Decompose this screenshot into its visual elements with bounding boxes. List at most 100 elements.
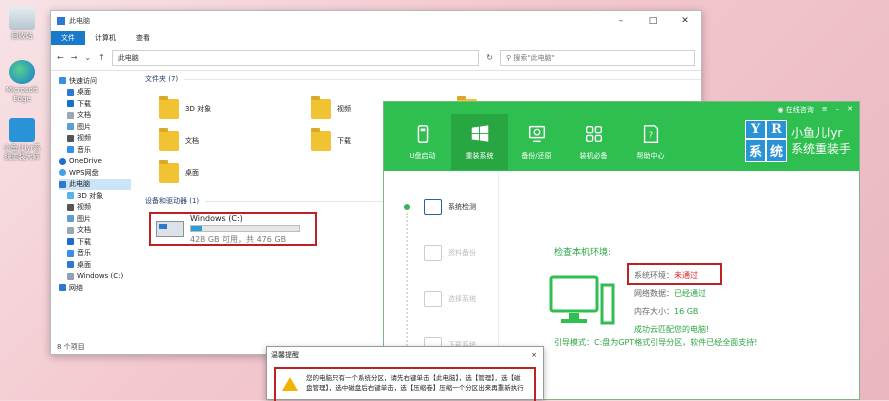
- tab-help[interactable]: ? 帮助中心: [622, 114, 679, 170]
- nav-videos-2[interactable]: 视频: [59, 202, 131, 214]
- nav-documents[interactable]: 文档: [59, 110, 131, 122]
- close-button[interactable]: ✕: [847, 105, 853, 115]
- navigation-pane: 快速访问 桌面 下载 文档 图片 视频 音乐 OneDrive WPS网盘 此电…: [59, 75, 131, 294]
- desktop-icon-installer[interactable]: 小鱼儿lyr系统重装大师: [2, 118, 42, 162]
- video-icon: [67, 203, 74, 211]
- folder-icon: [311, 96, 331, 119]
- backup-icon: [528, 125, 545, 143]
- nav-downloads-2[interactable]: 下载: [59, 236, 131, 248]
- nav-onedrive[interactable]: OneDrive: [59, 156, 131, 168]
- nav-music[interactable]: 音乐: [59, 144, 131, 156]
- folder-downloads[interactable]: 下载: [311, 128, 351, 151]
- nav-network[interactable]: 网络: [59, 282, 131, 294]
- minimize-button[interactable]: –: [605, 11, 637, 31]
- picture-icon: [67, 215, 74, 223]
- tab-label: 帮助中心: [636, 152, 665, 160]
- nav-downloads[interactable]: 下载: [59, 98, 131, 110]
- nav-pictures-2[interactable]: 图片: [59, 213, 131, 225]
- folder-label: 桌面: [185, 169, 199, 177]
- nav-music-2[interactable]: 音乐: [59, 248, 131, 260]
- cloud-icon: [59, 157, 66, 165]
- brand-area: Y R 系 统 小鱼儿lyr 系统重装手: [744, 120, 851, 162]
- nav-3d[interactable]: 3D 对象: [59, 190, 131, 202]
- address-text: 此电脑: [117, 53, 139, 62]
- nav-label: Windows (C:): [77, 272, 124, 281]
- forward-arrow-icon[interactable]: →: [71, 53, 78, 62]
- help-icon: ?: [643, 125, 658, 143]
- nav-this-pc[interactable]: 此电脑: [59, 178, 131, 190]
- dialog-close-button[interactable]: ×: [531, 351, 537, 359]
- document-icon: [67, 111, 74, 119]
- nav-videos[interactable]: 视频: [59, 133, 131, 145]
- warning-icon: [282, 377, 298, 391]
- nav-documents-2[interactable]: 文档: [59, 225, 131, 237]
- back-arrow-icon[interactable]: ←: [57, 53, 64, 62]
- result-value: 未通过: [674, 271, 698, 280]
- monitor-icon: [424, 291, 442, 307]
- menu-icon[interactable]: ≡: [822, 105, 828, 115]
- tab-usb-boot[interactable]: U盘启动: [394, 114, 451, 170]
- maximize-button[interactable]: □: [637, 11, 669, 31]
- folder-videos[interactable]: 视频: [311, 96, 351, 119]
- close-button[interactable]: ✕: [669, 11, 701, 31]
- download-icon: [67, 238, 74, 246]
- nav-desktop[interactable]: 桌面: [59, 87, 131, 99]
- tab-essentials[interactable]: 装机必备: [565, 114, 622, 170]
- edge-icon: [9, 60, 35, 84]
- nav-desktop-2[interactable]: 桌面: [59, 259, 131, 271]
- tab-file[interactable]: 文件: [51, 31, 85, 45]
- tab-label: 装机必备: [579, 152, 608, 160]
- video-icon: [67, 134, 74, 142]
- nav-drive-c[interactable]: Windows (C:): [59, 271, 131, 283]
- search-input[interactable]: ⚲ 搜索"此电脑": [500, 49, 695, 66]
- desktop-icon-recycle-bin[interactable]: 回收站: [2, 6, 42, 41]
- cloud-icon: [59, 169, 66, 177]
- nav-quick-access[interactable]: 快速访问: [59, 75, 131, 87]
- chevron-down-icon[interactable]: ⌄: [84, 53, 91, 62]
- nav-label: 下载: [77, 237, 91, 246]
- search-placeholder: 搜索"此电脑": [513, 53, 555, 62]
- refresh-icon[interactable]: ↻: [486, 53, 493, 62]
- folder-icon: [159, 128, 179, 151]
- nav-label: 桌面: [77, 260, 91, 269]
- folder-documents[interactable]: 文档: [159, 128, 199, 151]
- minimize-button[interactable]: –: [836, 105, 840, 115]
- nav-label: 视频: [77, 203, 91, 212]
- folder-desktop[interactable]: 桌面: [159, 160, 199, 183]
- dialog-titlebar: 温馨提醒 ×: [267, 347, 543, 363]
- nav-label: 此电脑: [69, 180, 90, 189]
- step-select-system: 选择系统: [424, 291, 476, 307]
- computer-icon: [57, 17, 65, 25]
- folder-icon: [311, 128, 331, 151]
- nav-wps[interactable]: WPS网盘: [59, 167, 131, 179]
- folder-label: 文档: [185, 137, 199, 145]
- nav-label: 下载: [77, 99, 91, 108]
- nav-label: WPS网盘: [69, 168, 99, 177]
- folders-section-header[interactable]: 文件夹 (7): [145, 73, 701, 85]
- tab-reinstall[interactable]: 重装系统: [451, 114, 508, 170]
- drive-free-text: 428 GB 可用，共 476 GB: [190, 234, 287, 244]
- drive-c-tile[interactable]: Windows (C:) 428 GB 可用，共 476 GB: [149, 212, 317, 246]
- nav-label: 快速访问: [69, 76, 97, 85]
- logo-letter: 统: [765, 139, 787, 162]
- dialog-message: 您的电脑只有一个系统分区，请先右键单击【此电脑】，选【管理】，选【磁 盘管理】，…: [306, 373, 524, 397]
- result-network: 网络数据：已经通过: [634, 285, 709, 303]
- address-bar[interactable]: 此电脑: [111, 49, 480, 66]
- nav-label: 3D 对象: [77, 191, 104, 200]
- tab-computer[interactable]: 计算机: [85, 31, 126, 45]
- folder-3d[interactable]: 3D 对象: [159, 96, 212, 119]
- explorer-title: 此电脑: [69, 17, 90, 25]
- window-controls: – □ ✕: [605, 11, 701, 31]
- tab-backup-restore[interactable]: 备份/还原: [508, 114, 565, 170]
- up-arrow-icon[interactable]: ↑: [98, 53, 105, 62]
- folder-label: 3D 对象: [185, 105, 212, 113]
- tab-view[interactable]: 查看: [126, 31, 160, 45]
- result-value: 成功云匹配您的电脑!: [634, 325, 710, 334]
- logo-letter: R: [765, 120, 787, 139]
- nav-pictures[interactable]: 图片: [59, 121, 131, 133]
- tab-label: 重装系统: [465, 152, 494, 160]
- desktop-icon-edge[interactable]: Microsoft Edge: [2, 60, 42, 104]
- online-consult-link[interactable]: ◉ 在线咨询: [777, 105, 813, 115]
- section-label: 设备和驱动器 (1): [145, 197, 200, 205]
- consult-label: 在线咨询: [785, 106, 814, 114]
